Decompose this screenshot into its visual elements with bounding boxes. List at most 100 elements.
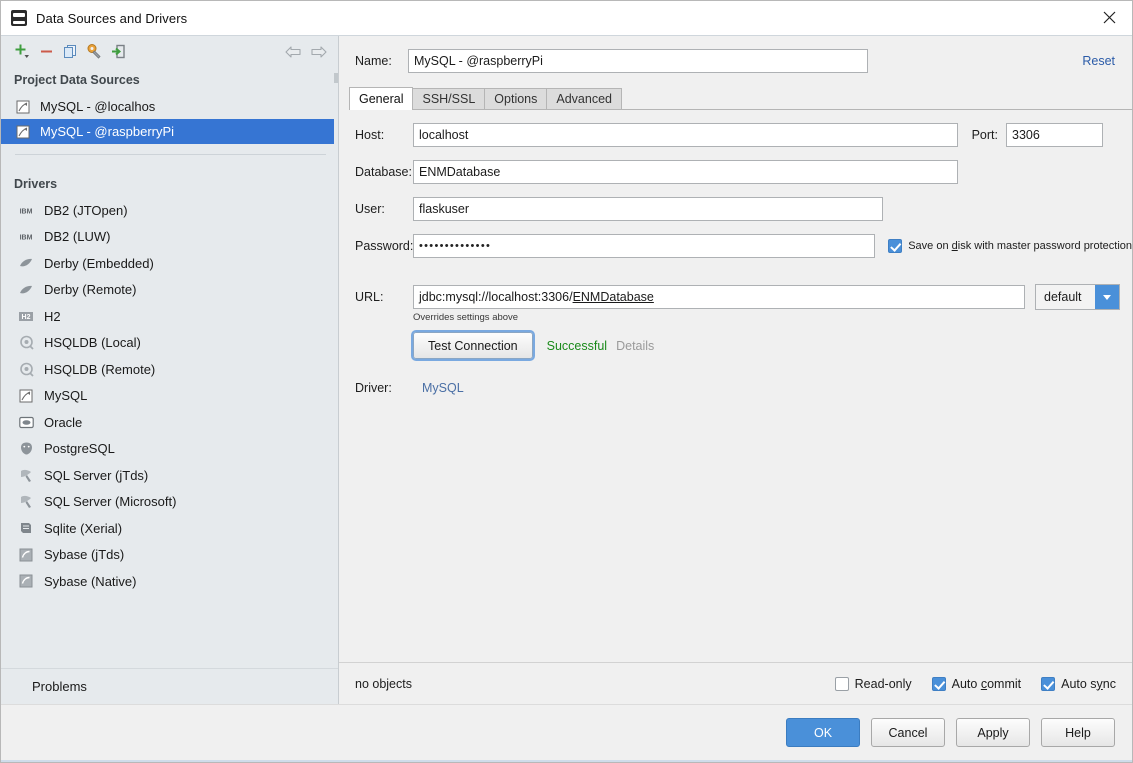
close-icon[interactable]	[1087, 1, 1132, 34]
driver-item-sqlserver-jtds[interactable]: SQL Server (jTds)	[1, 462, 338, 489]
save-on-disk-label: Save on disk with master password protec…	[908, 240, 1132, 252]
driver-label: HSQLDB (Local)	[44, 335, 141, 351]
url-scheme-value: default	[1044, 290, 1082, 304]
arrow-right-icon[interactable]	[306, 41, 330, 63]
tab-advanced[interactable]: Advanced	[546, 88, 622, 110]
driver-label: H2	[44, 308, 61, 324]
driver-label: DB2 (LUW)	[44, 229, 111, 245]
driver-label: Derby (Remote)	[44, 282, 137, 298]
read-only-checkbox[interactable]	[834, 676, 849, 691]
bottom-accent-bar	[1, 760, 1132, 762]
driver-item-derby-remote[interactable]: Derby (Remote)	[1, 277, 338, 304]
auto-commit-checkbox[interactable]	[931, 676, 946, 691]
user-input[interactable]	[413, 197, 883, 221]
password-label: Password:	[355, 239, 414, 253]
data-source-label: MySQL - @raspberryPi	[40, 124, 175, 139]
pycharm-icon	[11, 10, 27, 26]
driver-item-sybase-native[interactable]: Sybase (Native)	[1, 568, 338, 595]
url-scheme-dropdown[interactable]: default	[1035, 284, 1120, 310]
driver-label: SQL Server (Microsoft)	[44, 494, 177, 510]
add-data-source-button[interactable]	[10, 41, 34, 63]
driver-label: MySQL	[44, 388, 88, 404]
auto-commit-checkbox-wrap[interactable]: Auto commit	[931, 676, 1021, 691]
reset-link[interactable]: Reset	[1082, 54, 1115, 68]
ibm-icon: IBM	[18, 229, 34, 245]
name-input[interactable]	[408, 49, 868, 73]
copy-icon[interactable]	[58, 41, 82, 63]
driver-item-hsqldb-local[interactable]: HSQLDB (Local)	[1, 330, 338, 357]
ok-button[interactable]: OK	[786, 718, 860, 747]
sidebar-toolbar	[1, 36, 338, 67]
problems-section[interactable]: Problems	[1, 668, 338, 704]
save-on-disk-checkbox-wrap[interactable]: Save on disk with master password protec…	[888, 239, 1132, 253]
tab-underline	[349, 109, 1133, 110]
derby-icon	[18, 282, 34, 298]
save-on-disk-checkbox[interactable]	[888, 239, 903, 253]
hsqldb-icon	[18, 335, 34, 351]
sybase-icon	[18, 573, 34, 589]
driver-label: PostgreSQL	[44, 441, 115, 457]
arrow-left-icon[interactable]	[282, 41, 306, 63]
driver-link[interactable]: MySQL	[422, 381, 464, 395]
name-row: Name: Reset	[339, 36, 1132, 73]
drivers-header: Drivers	[14, 177, 58, 191]
driver-item-hsqldb-remote[interactable]: HSQLDB (Remote)	[1, 356, 338, 383]
mysql-icon	[18, 388, 34, 404]
read-only-label: Read-only	[854, 676, 912, 691]
test-connection-button[interactable]: Test Connection	[411, 330, 535, 361]
driver-item-h2[interactable]: H2 H2	[1, 303, 338, 330]
driver-label: Driver:	[355, 381, 392, 395]
url-input[interactable]: jdbc:mysql://localhost:3306/ENMDatabase	[413, 285, 1025, 309]
auto-sync-checkbox-wrap[interactable]: Auto sync	[1041, 676, 1116, 691]
driver-item-mysql[interactable]: MySQL	[1, 383, 338, 410]
postgresql-icon	[18, 441, 34, 457]
driver-item-postgresql[interactable]: PostgreSQL	[1, 436, 338, 463]
password-row: Password: Save on disk with master passw…	[339, 234, 1132, 258]
driver-item-db2-jtopen[interactable]: IBM DB2 (JTOpen)	[1, 197, 338, 224]
host-input[interactable]	[413, 123, 958, 147]
tab-options[interactable]: Options	[484, 88, 548, 110]
driver-item-oracle[interactable]: Oracle	[1, 409, 338, 436]
svg-text:H2: H2	[22, 314, 31, 321]
data-source-label: MySQL - @localhos	[40, 99, 156, 114]
driver-label: Sybase (jTds)	[44, 547, 125, 563]
remove-data-source-button[interactable]	[34, 41, 58, 63]
chevron-down-icon[interactable]	[1095, 285, 1119, 309]
driver-item-derby-embedded[interactable]: Derby (Embedded)	[1, 250, 338, 277]
apply-button[interactable]: Apply	[956, 718, 1030, 747]
driver-item-sqlite-xerial[interactable]: Sqlite (Xerial)	[1, 515, 338, 542]
import-icon[interactable]	[106, 41, 130, 63]
database-input[interactable]	[413, 160, 958, 184]
help-button[interactable]: Help	[1041, 718, 1115, 747]
problems-label: Problems	[32, 679, 87, 694]
sidebar-scrollbar-thumb[interactable]	[334, 73, 338, 83]
host-label: Host:	[355, 128, 385, 142]
password-input[interactable]	[413, 234, 876, 258]
read-only-checkbox-wrap[interactable]: Read-only	[834, 676, 912, 691]
auto-sync-checkbox[interactable]	[1041, 676, 1056, 691]
sidebar: Project Data Sources MySQL - @localhos M…	[1, 36, 339, 704]
wrench-icon[interactable]	[82, 41, 106, 63]
sybase-icon	[18, 547, 34, 563]
driver-item-sqlserver-microsoft[interactable]: SQL Server (Microsoft)	[1, 489, 338, 516]
cancel-button[interactable]: Cancel	[871, 718, 945, 747]
test-connection-row: Test Connection Successful Details	[411, 330, 1132, 361]
tab-ssh-ssl[interactable]: SSH/SSL	[412, 88, 486, 110]
sidebar-list[interactable]: Project Data Sources MySQL - @localhos M…	[1, 67, 338, 668]
dialog-footer: OK Cancel Apply Help	[1, 704, 1132, 760]
mysql-icon	[15, 99, 31, 115]
oracle-icon	[18, 414, 34, 430]
driver-label: DB2 (JTOpen)	[44, 202, 128, 218]
tab-general[interactable]: General	[349, 87, 414, 110]
sidebar-scrollbar[interactable]	[334, 67, 338, 668]
driver-item-db2-luw[interactable]: IBM DB2 (LUW)	[1, 224, 338, 251]
port-input[interactable]	[1006, 123, 1103, 147]
data-source-item-mysql-raspberrypi[interactable]: MySQL - @raspberryPi	[1, 119, 338, 144]
connection-details-link[interactable]: Details	[616, 339, 654, 353]
ibm-icon: IBM	[18, 202, 34, 218]
data-source-item-mysql-localhost[interactable]: MySQL - @localhos	[1, 94, 338, 119]
svg-text:IBM: IBM	[20, 208, 33, 215]
status-strip: no objects Read-only Auto commit Auto sy…	[339, 662, 1132, 704]
driver-item-sybase-jtds[interactable]: Sybase (jTds)	[1, 542, 338, 569]
driver-label: Oracle	[44, 414, 83, 430]
